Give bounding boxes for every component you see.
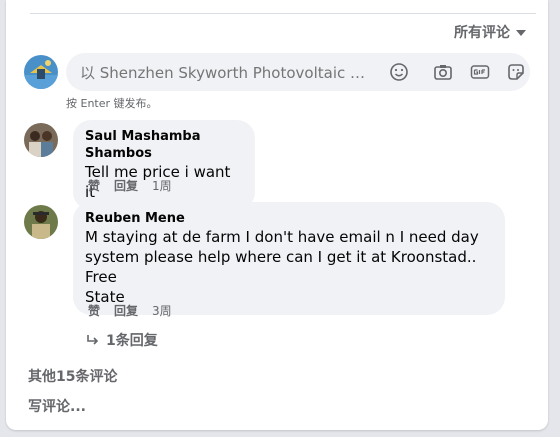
comment-author[interactable]: Reuben Mene bbox=[85, 210, 493, 227]
emoji-icon[interactable] bbox=[389, 62, 409, 82]
camera-icon[interactable] bbox=[433, 62, 453, 82]
comment-actions: 赞 回复 3周 bbox=[88, 302, 172, 319]
page-avatar[interactable] bbox=[24, 55, 58, 89]
reply-button[interactable]: 回复 bbox=[114, 302, 138, 319]
gif-icon[interactable] bbox=[470, 62, 490, 82]
replies-count: 1条回复 bbox=[106, 333, 158, 349]
comment-text-line: M staying at de farm I don't have email … bbox=[85, 228, 479, 246]
view-replies-link[interactable]: 1条回复 bbox=[86, 330, 158, 350]
divider bbox=[30, 13, 536, 14]
more-comments-link[interactable]: 其他15条评论 bbox=[28, 366, 117, 386]
like-button[interactable]: 赞 bbox=[88, 177, 100, 194]
comment-text-line: system please help where can I get it at… bbox=[85, 248, 477, 286]
sort-label: 所有评论 bbox=[454, 25, 510, 41]
like-button[interactable]: 赞 bbox=[88, 302, 100, 319]
comment-actions: 赞 回复 1周 bbox=[88, 177, 172, 194]
write-comment-link[interactable]: 写评论... bbox=[28, 396, 86, 416]
caret-down-icon bbox=[516, 30, 526, 36]
comment-input[interactable] bbox=[78, 53, 372, 93]
comment-timestamp[interactable]: 1周 bbox=[152, 177, 172, 194]
reply-arrow-icon bbox=[87, 335, 99, 345]
sort-comments-dropdown[interactable]: 所有评论 bbox=[454, 22, 526, 42]
comment-composer[interactable] bbox=[66, 53, 530, 93]
reply-button[interactable]: 回复 bbox=[114, 177, 138, 194]
comment-avatar[interactable] bbox=[24, 205, 58, 239]
comment-timestamp[interactable]: 3周 bbox=[152, 302, 172, 319]
comments-panel: 所有评论 按 Enter 键发布。 bbox=[6, 0, 548, 430]
comment-bubble: Saul Mashamba Shambos Tell me price i wa… bbox=[73, 120, 255, 210]
sticker-icon[interactable] bbox=[506, 62, 526, 82]
comment-bubble: Reuben Mene M staying at de farm I don't… bbox=[73, 202, 505, 315]
composer-hint: 按 Enter 键发布。 bbox=[66, 97, 158, 110]
comment-avatar[interactable] bbox=[24, 123, 58, 157]
comment-author[interactable]: Saul Mashamba Shambos bbox=[85, 128, 243, 162]
